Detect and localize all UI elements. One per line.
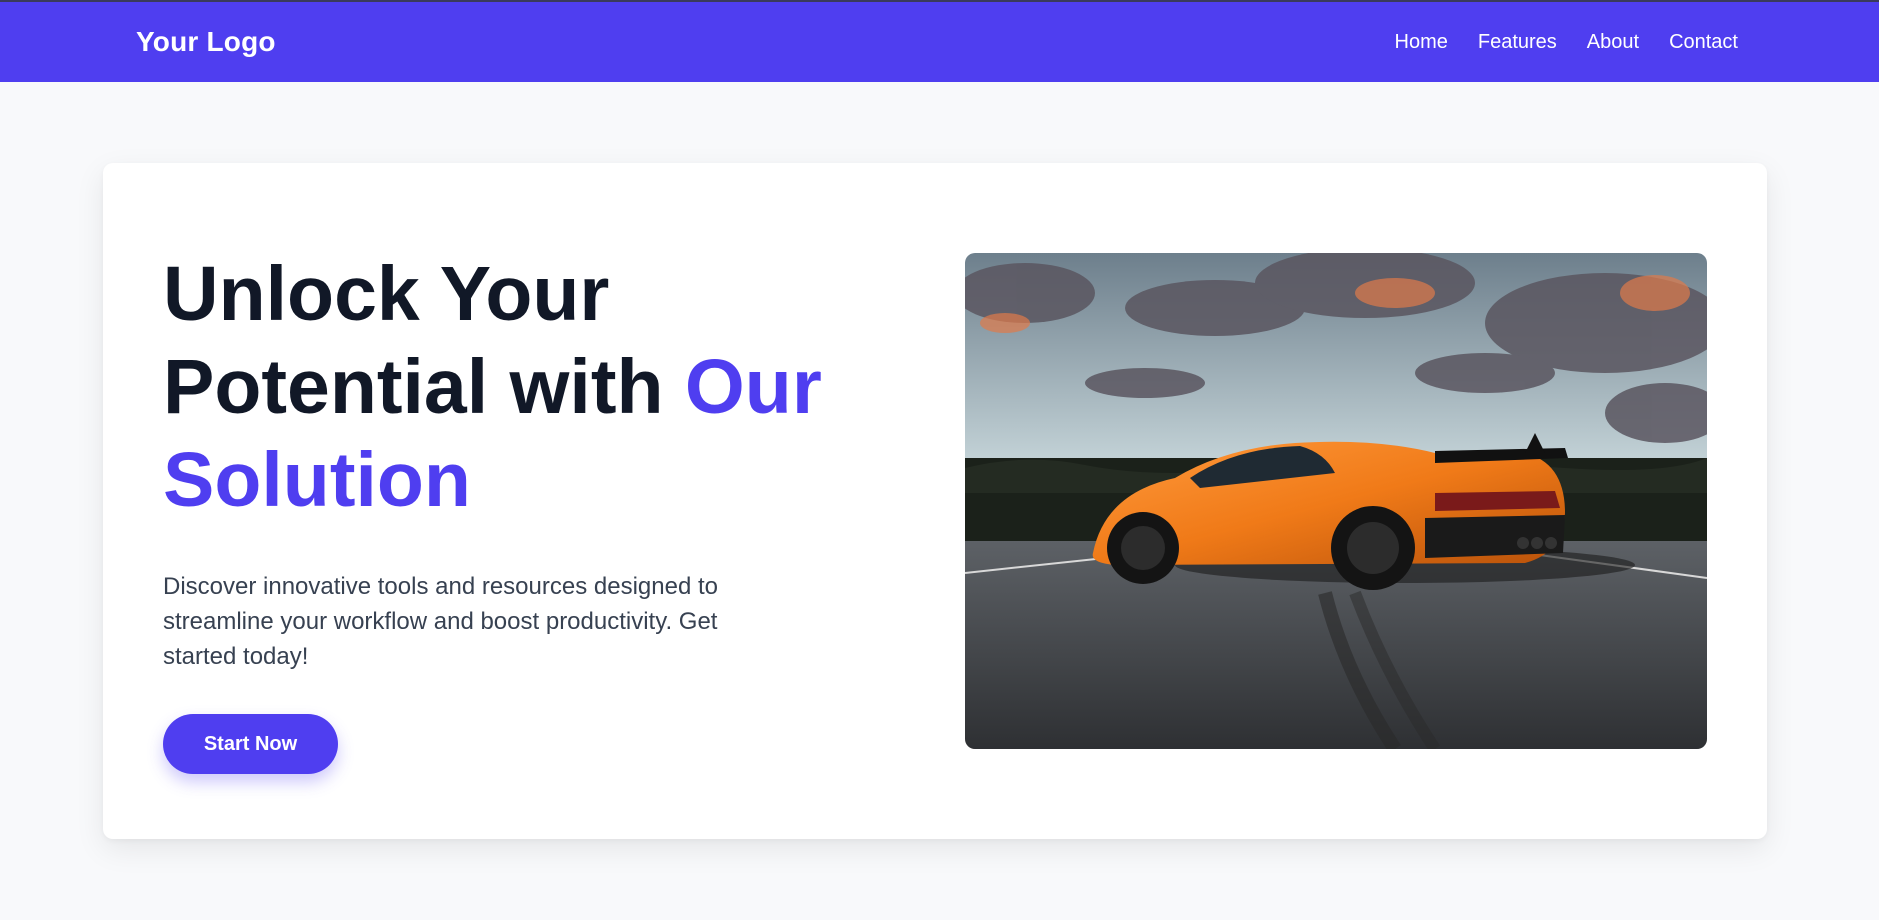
hero-subtext: Discover innovative tools and resources … bbox=[163, 573, 718, 670]
car-photo-illustration bbox=[965, 253, 1707, 749]
nav-menu: Home Features About Contact bbox=[1395, 31, 1739, 54]
nav-link-contact[interactable]: Contact bbox=[1669, 31, 1738, 54]
nav-link-about[interactable]: About bbox=[1587, 31, 1639, 54]
headline-line-2: Potential with bbox=[163, 344, 685, 430]
start-now-button[interactable]: Start Now bbox=[163, 714, 338, 774]
hero-text: Unlock Your Potential with Our Solution … bbox=[163, 248, 883, 774]
logo[interactable]: Your Logo bbox=[136, 26, 276, 58]
headline-line-1: Unlock Your bbox=[163, 251, 610, 337]
hero-car-image bbox=[965, 253, 1707, 749]
headline-accent-our: Our bbox=[684, 344, 822, 430]
hero-headline: Unlock Your Potential with Our Solution bbox=[163, 248, 883, 527]
hero-card: Unlock Your Potential with Our Solution … bbox=[103, 163, 1767, 839]
navbar: Your Logo Home Features About Contact bbox=[0, 2, 1879, 82]
headline-accent-solution: Solution bbox=[163, 437, 471, 523]
nav-link-features[interactable]: Features bbox=[1478, 31, 1557, 54]
nav-link-home[interactable]: Home bbox=[1395, 31, 1448, 54]
